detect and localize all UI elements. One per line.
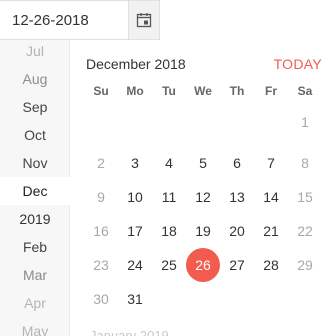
day-cell-31[interactable]: 31 <box>118 285 152 313</box>
month-list-item-dec[interactable]: Dec <box>0 177 70 205</box>
weekday-su: Su <box>93 84 109 98</box>
day-cell-23[interactable]: 23 <box>84 251 118 279</box>
day-label: 20 <box>229 223 245 239</box>
month-list-item-apr[interactable]: Apr <box>0 289 70 317</box>
day-label: 15 <box>297 189 313 205</box>
weekday-tu: Tu <box>162 84 176 98</box>
day-label: 13 <box>229 189 245 205</box>
date-input-container <box>0 0 160 40</box>
day-cell-10[interactable]: 10 <box>118 183 152 211</box>
month-list-item-oct[interactable]: Oct <box>0 121 70 149</box>
day-cell-3[interactable]: 3 <box>118 149 152 177</box>
day-cell-22[interactable]: 22 <box>288 217 322 245</box>
day-label: 10 <box>127 189 143 205</box>
month-list-item-may[interactable]: May <box>0 317 70 336</box>
month-list-item-2019[interactable]: 2019 <box>0 205 70 233</box>
day-cell-5[interactable]: 5 <box>186 149 220 177</box>
calendar-icon <box>136 12 152 28</box>
day-cell-21[interactable]: 21 <box>254 217 288 245</box>
day-cell-2[interactable]: 2 <box>84 149 118 177</box>
day-label: 25 <box>161 257 177 273</box>
next-month-title: January 2019 <box>90 328 169 336</box>
day-label: 17 <box>127 223 143 239</box>
weekday-we: We <box>194 84 212 98</box>
day-cell-11[interactable]: 11 <box>152 183 186 211</box>
day-cell-1[interactable]: 1 <box>288 108 322 136</box>
day-cell-17[interactable]: 17 <box>118 217 152 245</box>
day-cell-27[interactable]: 27 <box>220 251 254 279</box>
day-cell-26[interactable]: 26 <box>186 248 220 282</box>
day-label: 24 <box>127 257 143 273</box>
day-cell-6[interactable]: 6 <box>220 149 254 177</box>
today-button[interactable]: TODAY <box>274 56 322 72</box>
day-cell-15[interactable]: 15 <box>288 183 322 211</box>
day-cell-13[interactable]: 13 <box>220 183 254 211</box>
day-cell-16[interactable]: 16 <box>84 217 118 245</box>
month-list-item-sep[interactable]: Sep <box>0 93 70 121</box>
datepicker-root: JulAugSepOctNovDec2019FebMarAprMay Decem… <box>0 0 336 336</box>
day-cell-19[interactable]: 19 <box>186 217 220 245</box>
day-cell-14[interactable]: 14 <box>254 183 288 211</box>
day-cell-4[interactable]: 4 <box>152 149 186 177</box>
day-cell-28[interactable]: 28 <box>254 251 288 279</box>
day-label: 31 <box>127 291 143 307</box>
day-label: 29 <box>297 257 313 273</box>
weekday-sa: Sa <box>297 84 313 98</box>
day-label: 27 <box>229 257 245 273</box>
day-label: 28 <box>263 257 279 273</box>
day-label: 30 <box>93 291 109 307</box>
day-cell-29[interactable]: 29 <box>288 251 322 279</box>
day-label: 6 <box>233 155 241 171</box>
day-label: 9 <box>97 189 105 205</box>
calendar-title: December 2018 <box>86 56 186 72</box>
month-list-item-aug[interactable]: Aug <box>0 65 70 93</box>
day-cell-12[interactable]: 12 <box>186 183 220 211</box>
month-list: Jul Aug Sep Oct Nov Dec 2019 Feb Mar Apr May <box>0 40 70 336</box>
day-label: 22 <box>297 223 313 239</box>
day-cell-9[interactable]: 9 <box>84 183 118 211</box>
month-list-item-mar[interactable]: Mar <box>0 261 70 289</box>
day-label: 11 <box>161 189 177 205</box>
day-cell-30[interactable]: 30 <box>84 285 118 313</box>
day-label: 5 <box>199 155 207 171</box>
calendar-panel: December 2018 TODAY January 2019 Su Mo Tu W… <box>70 40 336 336</box>
day-cell-8[interactable]: 8 <box>288 149 322 177</box>
day-cell-25[interactable]: 25 <box>152 251 186 279</box>
day-label: 2 <box>97 155 105 171</box>
day-cell-7[interactable]: 7 <box>254 149 288 177</box>
day-label: 19 <box>195 223 211 239</box>
day-label: 7 <box>267 155 275 171</box>
weekday-mo: Mo <box>126 84 144 98</box>
day-label: 23 <box>93 257 109 273</box>
day-label: 1 <box>301 114 309 130</box>
day-cell-24[interactable]: 24 <box>118 251 152 279</box>
day-label: 18 <box>161 223 177 239</box>
day-label: 12 <box>195 189 211 205</box>
day-label: 26 <box>195 257 211 273</box>
day-label: 4 <box>165 155 173 171</box>
month-list-item-nov[interactable]: Nov <box>0 149 70 177</box>
calendar-popup: Jul Aug Sep Oct Nov Dec 2019 Feb Mar Apr May Decem… <box>0 40 336 336</box>
day-label: 3 <box>131 155 139 171</box>
day-label: 8 <box>301 155 309 171</box>
calendar-toggle-button[interactable] <box>128 1 159 39</box>
day-cell-18[interactable]: 18 <box>152 217 186 245</box>
day-label: 21 <box>263 223 279 239</box>
month-list-item-feb[interactable]: Feb <box>0 233 70 261</box>
weekday-th: Th <box>229 84 245 98</box>
day-label: 14 <box>263 189 279 205</box>
day-label: 16 <box>93 223 109 239</box>
date-input[interactable] <box>0 1 128 39</box>
day-cell-20[interactable]: 20 <box>220 217 254 245</box>
weekday-fr: Fr <box>265 84 277 98</box>
month-list-item-jul[interactable]: Jul <box>0 37 70 65</box>
